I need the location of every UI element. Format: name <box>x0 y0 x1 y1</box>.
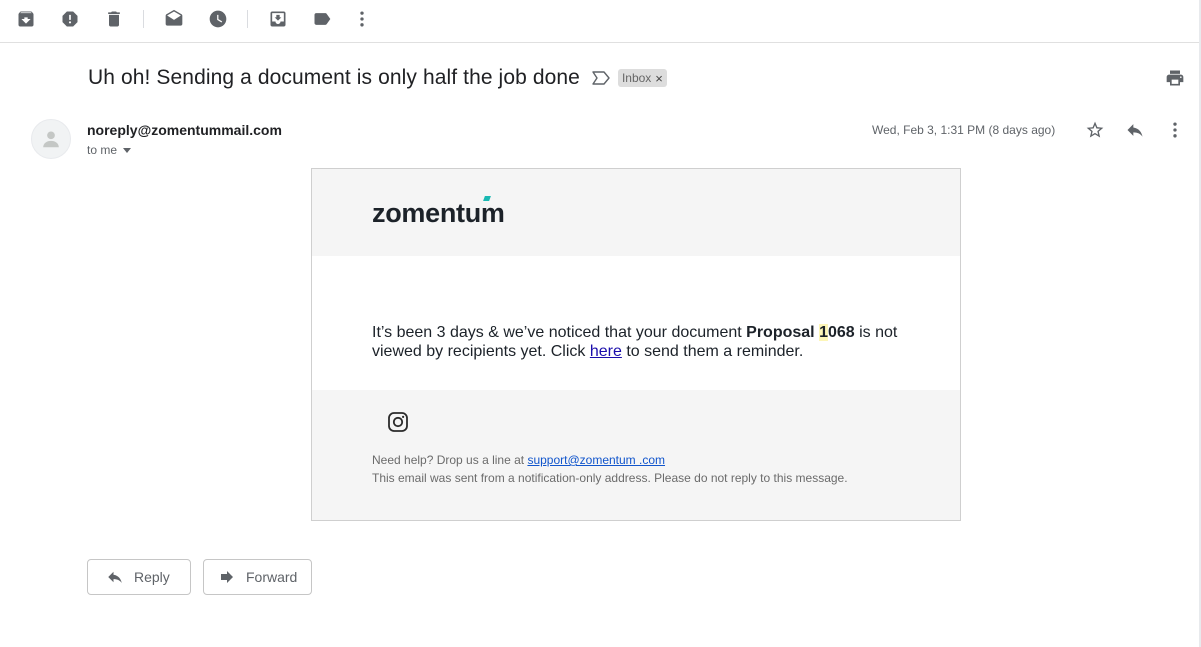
search-highlight: 1 <box>819 324 828 341</box>
mark-unread-icon[interactable] <box>162 7 186 31</box>
email-body-card: zomentum It’s been 3 days & we’ve notice… <box>311 168 961 521</box>
remove-label-button[interactable]: × <box>655 71 663 86</box>
forward-button[interactable]: Forward <box>203 559 312 595</box>
reply-arrow-icon <box>108 571 122 583</box>
footer-notice: This email was sent from a notification-… <box>372 471 848 485</box>
footer-help-text: Need help? Drop us a line at <box>372 453 528 467</box>
email-header-banner: zomentum <box>312 169 960 256</box>
report-spam-icon[interactable] <box>58 7 82 31</box>
reply-icon[interactable] <box>1125 120 1145 140</box>
support-email-link[interactable]: support@zomentum .com <box>527 453 665 467</box>
reminder-link[interactable]: here <box>590 343 622 360</box>
footer-help-line: Need help? Drop us a line at support@zom… <box>372 453 665 467</box>
logo-text: zomentum <box>372 198 505 228</box>
avatar <box>31 119 71 159</box>
email-message-text: It’s been 3 days & we’ve noticed that yo… <box>372 323 932 361</box>
archive-icon[interactable] <box>14 7 38 31</box>
label-icon[interactable] <box>310 7 334 31</box>
forward-arrow-icon <box>221 571 233 583</box>
delete-icon[interactable] <box>102 7 126 31</box>
document-name: Proposal 1068 <box>746 324 855 341</box>
email-subject: Uh oh! Sending a document is only half t… <box>88 66 580 89</box>
toolbar-divider <box>247 10 248 28</box>
instagram-icon[interactable] <box>387 411 409 433</box>
more-icon[interactable] <box>350 7 374 31</box>
sender-email[interactable]: noreply@zomentummail.com <box>87 122 282 138</box>
message-date: Wed, Feb 3, 1:31 PM (8 days ago) <box>872 123 1056 137</box>
more-options-icon[interactable] <box>1165 120 1185 140</box>
subject-row: Uh oh! Sending a document is only half t… <box>88 64 667 92</box>
star-icon[interactable] <box>1085 120 1105 140</box>
document-name-prefix: Proposal <box>746 324 820 341</box>
message-text-end: to send them a reminder. <box>621 343 804 360</box>
recipient-details-caret-icon[interactable] <box>123 147 132 153</box>
snooze-icon[interactable] <box>206 7 230 31</box>
label-chip-inbox: Inbox × <box>617 69 667 87</box>
document-name-suffix: 068 <box>827 324 855 341</box>
forward-button-label: Forward <box>246 569 298 585</box>
message-text-start: It’s been 3 days & we’ve noticed that yo… <box>372 324 747 341</box>
person-icon <box>43 131 59 148</box>
toolbar <box>0 0 1201 43</box>
reply-button-label: Reply <box>134 569 170 585</box>
print-icon[interactable] <box>1165 68 1185 88</box>
toolbar-divider <box>143 10 144 28</box>
recipient-text: to me <box>87 143 118 157</box>
move-to-icon[interactable] <box>266 7 290 31</box>
email-footer: Need help? Drop us a line at support@zom… <box>312 390 960 520</box>
label-chip-text: Inbox <box>621 71 652 85</box>
important-marker-icon[interactable] <box>592 69 610 87</box>
reply-button[interactable]: Reply <box>87 559 191 595</box>
recipient-summary[interactable]: to me <box>87 143 132 157</box>
zomentum-logo: zomentum <box>372 196 505 229</box>
